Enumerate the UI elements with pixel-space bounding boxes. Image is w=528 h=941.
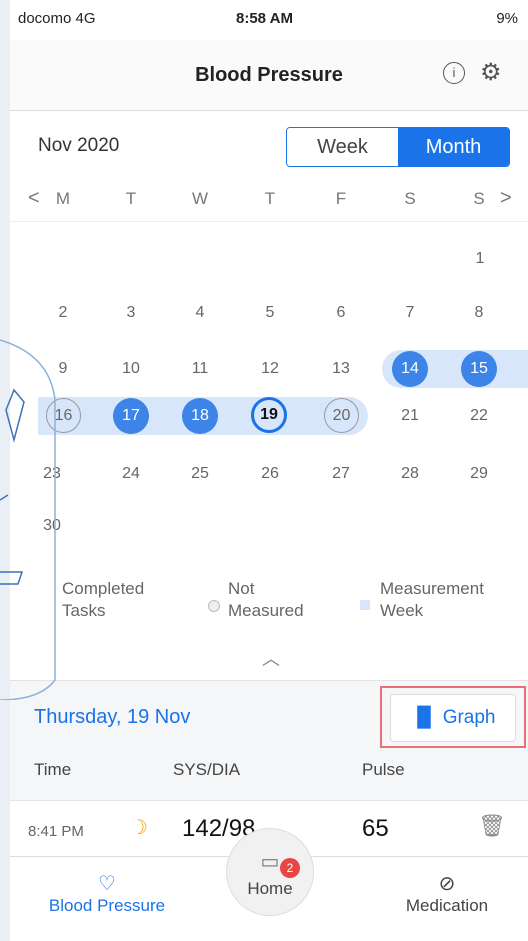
calendar-day[interactable]: 2 (45, 295, 81, 331)
calendar-day[interactable]: 23 (34, 456, 70, 492)
calendar-day[interactable]: 27 (323, 456, 359, 492)
week-toggle-button[interactable]: Week (287, 128, 398, 166)
calendar-day[interactable]: 30 (34, 508, 70, 544)
calendar-day-selected[interactable]: 19 (251, 397, 287, 433)
calendar-day-completed[interactable]: 14 (392, 351, 428, 387)
bar-chart-icon: ▐▌ (410, 707, 443, 728)
calendar-day[interactable]: 28 (392, 456, 428, 492)
chevron-left-icon[interactable]: < (28, 187, 40, 210)
moon-icon: ☽ (130, 817, 148, 839)
weekday-label: F (335, 189, 347, 208)
calendar-day[interactable]: 26 (252, 456, 288, 492)
measurement-week-swatch-icon (360, 600, 370, 610)
not-measured-dot-icon (208, 600, 220, 612)
app-screen: docomo 4G 8:58 AM 9% Blood Pressure i ⚙ … (10, 0, 528, 941)
chevron-right-icon[interactable]: > (500, 187, 512, 210)
home-notification-badge: 2 (280, 858, 300, 878)
graph-button-label: Graph (442, 707, 496, 728)
weekday-label: T (264, 189, 276, 208)
calendar-day-completed[interactable]: 17 (113, 398, 149, 434)
calendar-day[interactable]: 24 (113, 456, 149, 492)
weekday-label: W (191, 189, 209, 208)
clock: 8:58 AM (236, 10, 293, 27)
period-toggle: Week Month (286, 127, 510, 167)
selected-day-title: Thursday, 19 Nov (34, 706, 191, 728)
legend-measurement-week: Measurement Week (360, 578, 484, 622)
calendar-day-not-measured[interactable]: 20 (324, 398, 359, 433)
calendar-day[interactable]: 1 (462, 241, 498, 277)
calendar-day[interactable]: 29 (461, 456, 497, 492)
book-icon: ▭ (260, 851, 280, 873)
weekday-label: T (125, 189, 137, 208)
legend-week-label: Week (380, 601, 424, 620)
calendar-day[interactable]: 5 (252, 295, 288, 331)
gear-icon[interactable]: ⚙ (480, 58, 502, 87)
calendar-day-completed[interactable]: 15 (461, 351, 497, 387)
weekday-label: S (404, 189, 416, 208)
tab-blood-pressure[interactable]: ♡ Blood Pressure (32, 871, 182, 916)
calendar-day[interactable]: 7 (392, 295, 428, 331)
calendar-day[interactable]: 22 (461, 398, 497, 434)
measurement-time: 8:41 PM (28, 823, 84, 840)
heart-pulse-icon: ♡ (98, 873, 116, 895)
calendar-day[interactable]: 6 (323, 295, 359, 331)
legend-not-measured: Not Measured (208, 578, 304, 622)
calendar-day[interactable]: 4 (182, 295, 218, 331)
navigation-bar: Blood Pressure i ⚙ (10, 40, 528, 111)
calendar-day[interactable]: 3 (113, 295, 149, 331)
tab-home[interactable]: ▭ Home (226, 828, 314, 916)
tab-medication-label: Medication (405, 896, 489, 915)
legend-completed-label: Tasks (62, 601, 106, 620)
calendar-day-completed[interactable]: 18 (182, 398, 218, 434)
tab-medication[interactable]: ⊘ Medication (382, 871, 512, 916)
month-toggle-button[interactable]: Month (398, 128, 509, 166)
tab-blood-pressure-label: Blood Pressure (48, 896, 166, 915)
collapse-caret-icon[interactable]: ︿ (262, 645, 280, 671)
legend-not-measured-label: Not (228, 579, 255, 598)
status-bar: docomo 4G 8:58 AM 9% (10, 0, 528, 36)
calendar-day[interactable]: 12 (252, 351, 288, 387)
weekday-label: S (473, 189, 485, 208)
overlay-line (0, 494, 9, 501)
sysdia-column-header: SYS/DIA (173, 760, 241, 779)
calendar-day[interactable]: 13 (323, 351, 359, 387)
calendar-day[interactable]: 11 (182, 351, 218, 387)
legend-completed: Completed Tasks (62, 578, 144, 622)
legend-not-measured-label: Measured (228, 601, 304, 620)
calendar-day[interactable]: 8 (461, 295, 497, 331)
calendar-day[interactable]: 10 (113, 351, 149, 387)
month-label: Nov 2020 (38, 135, 120, 156)
measurement-pulse: 65 (362, 815, 389, 842)
calendar-day[interactable]: 25 (182, 456, 218, 492)
legend-completed-label: Completed (62, 579, 145, 598)
calendar-day-not-measured[interactable]: 16 (46, 398, 81, 433)
weekday-header: < M T W T F S S > (10, 183, 528, 222)
battery-level: 9% (496, 10, 518, 27)
carrier-label: docomo 4G (18, 10, 96, 27)
trash-icon[interactable]: 🗑 (478, 813, 506, 839)
calendar-day[interactable]: 21 (392, 398, 428, 434)
tab-home-label: Home (247, 879, 293, 898)
pulse-column-header: Pulse (362, 760, 405, 779)
weekday-label: M (55, 189, 71, 208)
calendar-day[interactable]: 9 (45, 351, 81, 387)
graph-button[interactable]: ▐▌ Graph (390, 694, 516, 742)
info-icon[interactable]: i (443, 62, 465, 84)
pill-icon: ⊘ (438, 873, 456, 895)
time-column-header: Time (34, 760, 72, 779)
graph-button-highlight: ▐▌ Graph (380, 686, 526, 748)
legend-week-label: Measurement (380, 579, 484, 598)
